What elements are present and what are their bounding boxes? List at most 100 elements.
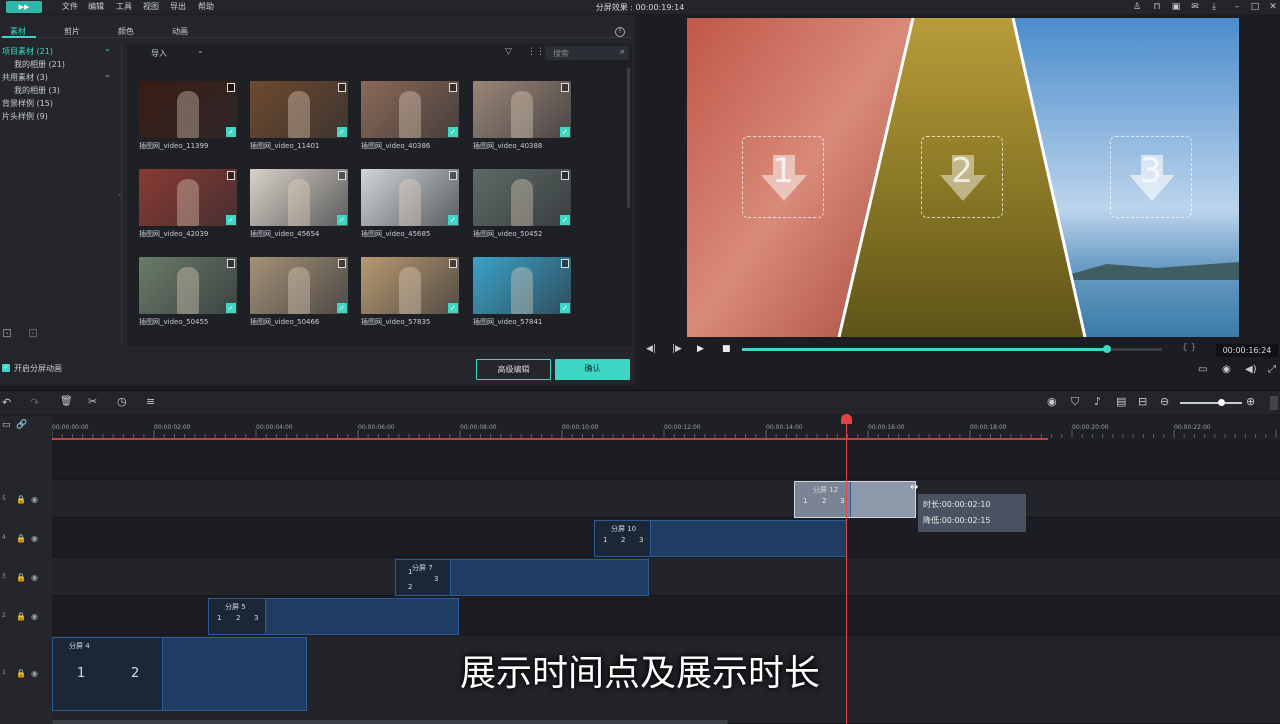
clock-icon[interactable]: ◷ [117, 395, 127, 408]
tab-color[interactable]: 颜色 [118, 26, 134, 37]
cart-icon[interactable]: ⊓ [1152, 2, 1162, 12]
check-icon[interactable]: ✓ [226, 127, 236, 137]
menu-export[interactable]: 导出 [170, 1, 186, 12]
split-anim-checkbox[interactable]: ✓ [2, 364, 10, 372]
mark-in-out[interactable]: { } [1182, 343, 1196, 353]
next-frame-icon[interactable]: |▶ [672, 344, 682, 354]
media-thumbnail[interactable]: ✓ [473, 81, 571, 138]
display-icon[interactable]: ▭ [1198, 364, 1207, 375]
check-icon[interactable]: ✓ [226, 303, 236, 313]
help-icon[interactable]: ? [615, 27, 625, 37]
add-track-icon[interactable]: ▭ [2, 420, 11, 430]
search-box[interactable]: 搜索 ⌕ [545, 46, 629, 60]
delete-folder-icon[interactable]: ⊡ [28, 326, 38, 340]
filter-icon[interactable]: ▽ [505, 47, 512, 57]
check-icon[interactable]: ✓ [226, 215, 236, 225]
prev-frame-icon[interactable]: ◀| [646, 344, 656, 354]
media-thumbnail[interactable]: ✓ [250, 81, 348, 138]
media-thumbnail[interactable]: ✓ [250, 169, 348, 226]
mail-icon[interactable]: ✉ [1190, 2, 1200, 12]
eye-icon[interactable]: ◉ [31, 495, 38, 504]
menu-edit[interactable]: 编辑 [88, 1, 104, 12]
volume-icon[interactable]: ◀) [1245, 364, 1257, 375]
scrollbar[interactable] [627, 68, 630, 208]
menu-view[interactable]: 视图 [143, 1, 159, 12]
eye-icon[interactable]: ◉ [31, 669, 38, 678]
lock-icon[interactable]: 🔒 [16, 612, 26, 621]
media-thumbnail[interactable]: ✓ [361, 169, 459, 226]
confirm-button[interactable]: 确认 [555, 359, 630, 380]
check-icon[interactable]: ✓ [337, 215, 347, 225]
timeline-scrollbar[interactable] [52, 720, 728, 724]
mic-icon[interactable]: ♪ [1094, 395, 1101, 408]
menu-help[interactable]: 帮助 [198, 1, 214, 12]
tree-item-shared-album[interactable]: 我的相册 (3) [14, 85, 60, 96]
check-icon[interactable]: ✓ [448, 215, 458, 225]
fit-icon[interactable]: ⊟ [1138, 395, 1147, 408]
eye-icon[interactable]: ◉ [31, 534, 38, 543]
cut-icon[interactable]: ✂ [88, 395, 97, 408]
download-icon[interactable]: ⤓ [1209, 2, 1219, 12]
check-icon[interactable]: ✓ [448, 303, 458, 313]
check-icon[interactable]: ✓ [560, 303, 570, 313]
close-icon[interactable]: ✕ [1268, 2, 1278, 12]
panel-toggle[interactable] [1270, 396, 1278, 410]
media-thumbnail[interactable]: ✓ [139, 169, 237, 226]
check-icon[interactable]: ✓ [337, 303, 347, 313]
maximize-icon[interactable]: □ [1250, 2, 1260, 12]
mixer-icon[interactable]: ▤ [1116, 395, 1126, 408]
media-thumbnail[interactable]: ✓ [361, 81, 459, 138]
tab-clips[interactable]: 剪片 [64, 26, 80, 37]
advanced-edit-button[interactable]: 高级编辑 [476, 359, 551, 380]
clip-split-10[interactable]: 分屏 10 1 2 3 [594, 520, 847, 557]
media-thumbnail[interactable]: ✓ [361, 257, 459, 314]
adjust-icon[interactable]: ≡ [146, 395, 155, 408]
clip-split-12[interactable]: 分屏 12 1 2 3 [794, 481, 916, 518]
marker-icon[interactable]: ⛉ [1071, 395, 1079, 409]
timeline-ruler[interactable]: 00:00:00:00 00:00:02:00 00:00:04:00 00:00:0… [52, 416, 1280, 440]
delete-icon[interactable]: 🗑 [60, 396, 73, 407]
media-thumbnail[interactable]: ✓ [473, 257, 571, 314]
check-icon[interactable]: ✓ [448, 127, 458, 137]
zoom-knob[interactable] [1218, 399, 1225, 406]
link-icon[interactable]: 🔗 [16, 420, 27, 430]
lock-icon[interactable]: 🔒 [16, 573, 26, 582]
render-icon[interactable]: ◉ [1047, 395, 1057, 408]
check-icon[interactable]: ✓ [337, 127, 347, 137]
search-icon[interactable]: ⌕ [620, 47, 625, 57]
media-thumbnail[interactable]: ✓ [139, 257, 237, 314]
lock-icon[interactable]: 🔒 [16, 669, 26, 678]
tree-item-my-album[interactable]: 我的相册 (21) [14, 59, 65, 70]
tab-animation[interactable]: 动画 [172, 26, 188, 37]
clip-split-7[interactable]: 分屏 7 1 2 3 [395, 559, 649, 596]
zoom-in-icon[interactable]: ⊕ [1246, 395, 1255, 408]
media-thumbnail[interactable]: ✓ [139, 81, 237, 138]
grid-view-icon[interactable]: ⋮⋮ [527, 47, 545, 57]
tree-item-intros[interactable]: 片头样例 (9) [2, 111, 48, 122]
drop-zone-2[interactable]: 2 [921, 136, 1003, 218]
tree-item-project-media[interactable]: 项目素材 (21) [2, 46, 53, 57]
tree-item-shared-media[interactable]: 共用素材 (3) [2, 72, 48, 83]
fullscreen-icon[interactable]: ⤢ [1268, 364, 1276, 375]
stop-icon[interactable]: ■ [722, 344, 731, 354]
chevron-down-icon[interactable]: ⌄ [104, 44, 111, 53]
minimize-icon[interactable]: – [1232, 2, 1242, 12]
lock-icon[interactable]: 🔒 [16, 495, 26, 504]
chevron-down-icon[interactable]: ⌄ [104, 70, 111, 79]
undo-icon[interactable]: ↶ [2, 396, 11, 409]
check-icon[interactable]: ✓ [560, 127, 570, 137]
clip-split-5[interactable]: 分屏 5 1 2 3 [208, 598, 459, 635]
import-dropdown[interactable]: 导入 [151, 48, 167, 59]
zoom-out-icon[interactable]: ⊖ [1160, 395, 1169, 408]
eye-icon[interactable]: ◉ [31, 612, 38, 621]
snapshot-icon[interactable]: ◉ [1222, 364, 1231, 375]
redo-icon[interactable]: ↷ [30, 396, 39, 409]
new-folder-icon[interactable]: ⊡ [2, 326, 12, 340]
search-input[interactable]: 搜索 [553, 48, 569, 59]
drop-zone-3[interactable]: 3 [1110, 136, 1192, 218]
tree-item-backgrounds[interactable]: 背景样例 (15) [2, 98, 53, 109]
menu-file[interactable]: 文件 [62, 1, 78, 12]
play-icon[interactable]: ▶ [697, 344, 704, 354]
drop-zone-1[interactable]: 1 [742, 136, 824, 218]
lock-icon[interactable]: 🔒 [16, 534, 26, 543]
